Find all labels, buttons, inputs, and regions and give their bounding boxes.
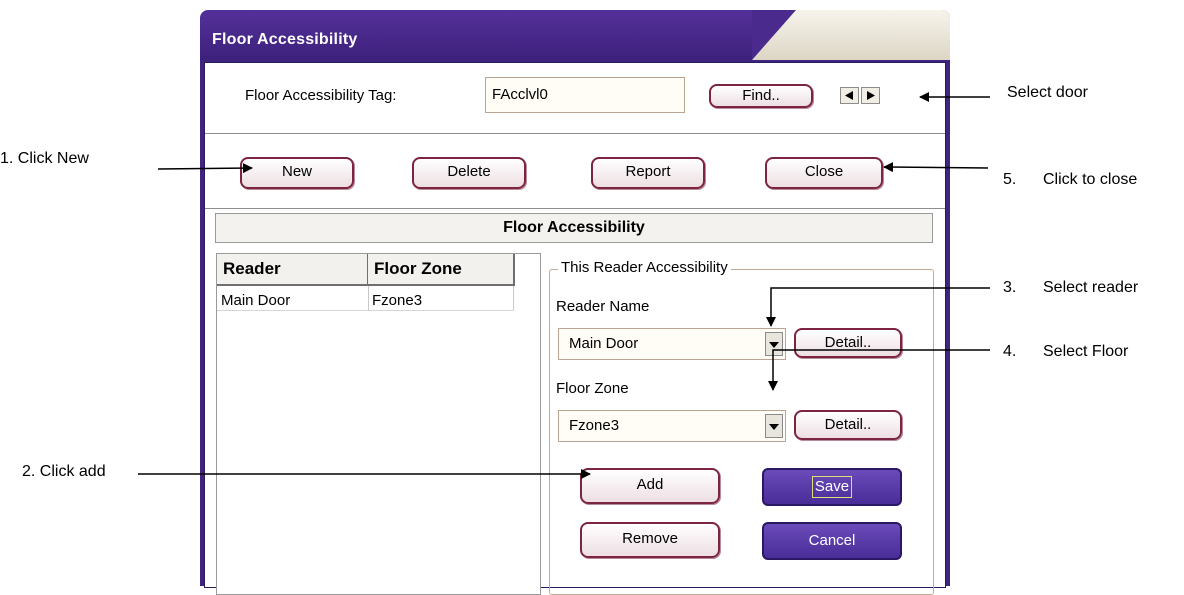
floor-zone-select[interactable]: Fzone3 [558, 410, 786, 442]
cancel-button[interactable]: Cancel [762, 522, 902, 560]
window-content: Floor Accessibility Tag: FAcclvl0 Find..… [204, 62, 946, 595]
annotation-step-3-number: 3. [1003, 279, 1017, 296]
remove-button[interactable]: Remove [580, 522, 720, 558]
annotation-step-4-number: 4. [1003, 343, 1017, 360]
arrow-left-icon [845, 91, 853, 100]
reader-zone-table[interactable]: Reader Floor Zone Main Door Fzone3 [216, 253, 541, 595]
reader-name-value: Main Door [569, 335, 639, 352]
next-record-button[interactable] [861, 87, 880, 104]
floor-zone-label: Floor Zone [556, 380, 629, 397]
annotation-select-floor: Select Floor [1043, 343, 1129, 360]
column-divider [368, 286, 369, 310]
column-header-reader[interactable]: Reader [217, 254, 368, 286]
close-button-label: Close [804, 163, 844, 180]
reader-name-select[interactable]: Main Door [558, 328, 786, 360]
annotation-select-door: Select door [1007, 84, 1088, 101]
tag-section: Floor Accessibility Tag: FAcclvl0 Find.. [205, 63, 945, 134]
reader-dropdown-button[interactable] [765, 332, 783, 356]
chevron-down-icon [769, 342, 779, 348]
column-divider-right [513, 286, 514, 310]
new-button-label: New [281, 163, 312, 180]
annotation-select-reader: Select reader [1043, 279, 1139, 296]
annotation-click-new: 1. Click New [0, 150, 89, 167]
row-divider [217, 310, 514, 311]
reader-detail-button[interactable]: Detail.. [794, 328, 902, 358]
floor-zone-detail-button[interactable]: Detail.. [794, 410, 902, 440]
tag-input[interactable]: FAcclvl0 [485, 77, 685, 113]
floor-zone-value: Fzone3 [569, 417, 620, 434]
delete-button-label: Delete [447, 163, 491, 180]
main-section: Floor Accessibility Reader Floor Zone Ma… [205, 209, 945, 595]
title-bar-tab-edge [752, 10, 796, 60]
floor-accessibility-window: Floor Accessibility Floor Accessibility … [200, 10, 950, 595]
column-header-floor-zone[interactable]: Floor Zone [368, 254, 515, 286]
annotation-click-add: 2. Click add [22, 463, 106, 480]
tag-label: Floor Accessibility Tag: [245, 87, 397, 104]
new-button[interactable]: New [240, 157, 354, 189]
floor-zone-dropdown-button[interactable] [765, 414, 783, 438]
annotation-click-to-close: Click to close [1043, 171, 1138, 188]
annotation-step-5-number: 5. [1003, 171, 1017, 188]
section-header: Floor Accessibility [215, 213, 933, 243]
reader-name-label: Reader Name [556, 298, 650, 315]
group-title: This Reader Accessibility [558, 259, 731, 276]
window-title: Floor Accessibility [212, 31, 358, 48]
find-button[interactable]: Find.. [709, 84, 813, 108]
save-button[interactable]: Save [762, 468, 902, 506]
reader-accessibility-group: This Reader Accessibility Reader Name Ma… [549, 259, 934, 595]
chevron-down-icon [769, 424, 779, 430]
previous-record-button[interactable] [840, 87, 859, 104]
report-button[interactable]: Report [591, 157, 705, 189]
close-button[interactable]: Close [765, 157, 883, 189]
toolbar-section: New Delete Report Close [205, 134, 945, 209]
save-button-label: Save [811, 476, 853, 498]
report-button-label: Report [625, 163, 671, 180]
table-cell-floor-zone[interactable]: Fzone3 [368, 290, 512, 312]
table-cell-reader[interactable]: Main Door [217, 290, 368, 312]
arrow-right-icon [867, 91, 875, 100]
add-button[interactable]: Add [580, 468, 720, 504]
delete-button[interactable]: Delete [412, 157, 526, 189]
